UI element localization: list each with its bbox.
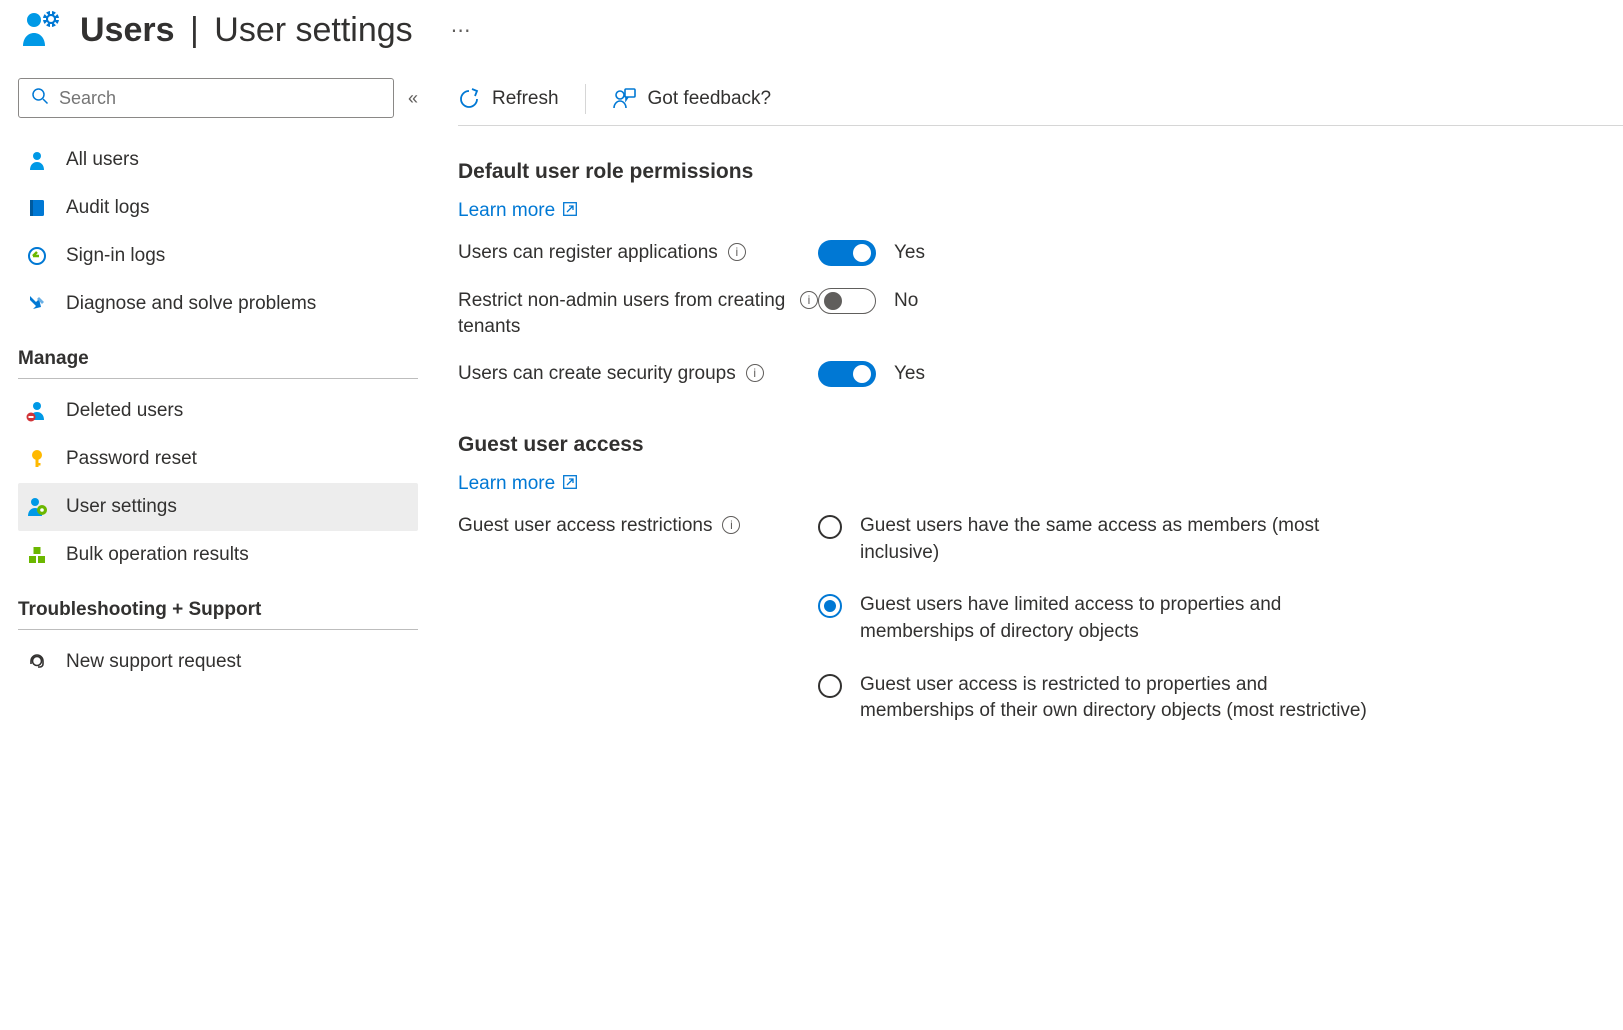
sidebar-item-password-reset[interactable]: Password reset (18, 435, 418, 483)
sidebar-item-icon (26, 245, 48, 267)
sidebar-item-icon (26, 496, 48, 518)
nav-label: Deleted users (66, 400, 183, 422)
nav-label: Audit logs (66, 197, 149, 219)
info-icon[interactable]: i (800, 291, 818, 309)
refresh-button[interactable]: Refresh (458, 88, 559, 110)
page-title-separator: | (184, 11, 205, 49)
page-header: Users | User settings ⋯ (18, 0, 1623, 78)
radio-option[interactable]: Guest users have limited access to prope… (818, 592, 1378, 645)
sidebar-item-icon (26, 149, 48, 171)
info-icon[interactable]: i (728, 243, 746, 261)
section-title-default-role: Default user role permissions (458, 160, 1623, 184)
toggle-value-text: Yes (894, 242, 925, 264)
more-actions-button[interactable]: ⋯ (431, 18, 473, 43)
collapse-sidebar-button[interactable]: « (408, 88, 418, 109)
radio-button[interactable] (818, 594, 842, 618)
guest-access-restrictions-row: Guest user access restrictions i Guest u… (458, 513, 1623, 725)
sidebar: « All users Audit logs Sign-in logs Diagnos… (18, 78, 418, 747)
nav-label: Sign-in logs (66, 245, 165, 267)
sidebar-item-icon (26, 293, 48, 315)
setting-label: Users can create security groups (458, 361, 736, 387)
nav-label: New support request (66, 651, 241, 673)
info-icon[interactable]: i (746, 364, 764, 382)
nav-label: Bulk operation results (66, 544, 249, 566)
toggle-value-text: No (894, 290, 918, 312)
info-icon[interactable]: i (722, 516, 740, 534)
search-icon (31, 87, 49, 110)
sidebar-item-icon (26, 197, 48, 219)
radio-button[interactable] (818, 674, 842, 698)
radio-button[interactable] (818, 515, 842, 539)
nav-label: User settings (66, 496, 177, 518)
toggle[interactable] (818, 240, 876, 266)
feedback-icon (612, 88, 636, 110)
sidebar-section-support: Troubleshooting + Support (18, 579, 418, 630)
sidebar-item-diagnose-and-solve-problems[interactable]: Diagnose and solve problems (18, 280, 418, 328)
external-link-icon (563, 475, 577, 493)
setting-row: Users can create security groups i Yes (458, 361, 1623, 387)
page-title-bold: Users (80, 11, 175, 49)
section-title-guest-access: Guest user access (458, 433, 1623, 457)
sidebar-section-manage: Manage (18, 328, 418, 379)
main-content: Refresh Got feedback? Default user role … (458, 78, 1623, 747)
radio-option[interactable]: Guest users have the same access as memb… (818, 513, 1378, 566)
sidebar-item-icon (26, 448, 48, 470)
sidebar-item-icon (26, 400, 48, 422)
toggle-value-text: Yes (894, 363, 925, 385)
nav-label: All users (66, 149, 139, 171)
sidebar-item-audit-logs[interactable]: Audit logs (18, 184, 418, 232)
toolbar: Refresh Got feedback? (458, 78, 1623, 126)
guest-restrictions-label: Guest user access restrictions (458, 513, 712, 539)
search-box[interactable] (18, 78, 394, 118)
learn-more-label: Learn more (458, 200, 555, 222)
radio-label: Guest users have the same access as memb… (860, 513, 1378, 566)
learn-more-default-role[interactable]: Learn more (458, 200, 577, 222)
sidebar-item-user-settings[interactable]: User settings (18, 483, 418, 531)
setting-label: Restrict non-admin users from creating t… (458, 288, 790, 339)
setting-label: Users can register applications (458, 240, 718, 266)
toolbar-separator (585, 84, 586, 114)
page-title: Users | User settings (80, 11, 413, 50)
radio-label: Guest user access is restricted to prope… (860, 672, 1378, 725)
sidebar-item-icon (26, 544, 48, 566)
feedback-label: Got feedback? (648, 88, 772, 110)
setting-row: Users can register applications i Yes (458, 240, 1623, 266)
setting-row: Restrict non-admin users from creating t… (458, 288, 1623, 339)
sidebar-item-new-support-request[interactable]: New support request (18, 638, 418, 686)
nav-label: Diagnose and solve problems (66, 293, 316, 315)
page-title-subtitle: User settings (214, 11, 412, 49)
sidebar-item-icon (26, 651, 48, 673)
nav-label: Password reset (66, 448, 197, 470)
sidebar-item-all-users[interactable]: All users (18, 136, 418, 184)
radio-option[interactable]: Guest user access is restricted to prope… (818, 672, 1378, 725)
feedback-button[interactable]: Got feedback? (612, 88, 772, 110)
refresh-icon (458, 88, 480, 110)
sidebar-item-sign-in-logs[interactable]: Sign-in logs (18, 232, 418, 280)
toggle[interactable] (818, 288, 876, 314)
radio-label: Guest users have limited access to prope… (860, 592, 1378, 645)
sidebar-item-deleted-users[interactable]: Deleted users (18, 387, 418, 435)
external-link-icon (563, 202, 577, 220)
refresh-label: Refresh (492, 88, 559, 110)
learn-more-guest-access[interactable]: Learn more (458, 473, 577, 495)
learn-more-label: Learn more (458, 473, 555, 495)
users-gear-icon (18, 8, 62, 52)
sidebar-item-bulk-operation-results[interactable]: Bulk operation results (18, 531, 418, 579)
search-input[interactable] (59, 88, 381, 109)
toggle[interactable] (818, 361, 876, 387)
